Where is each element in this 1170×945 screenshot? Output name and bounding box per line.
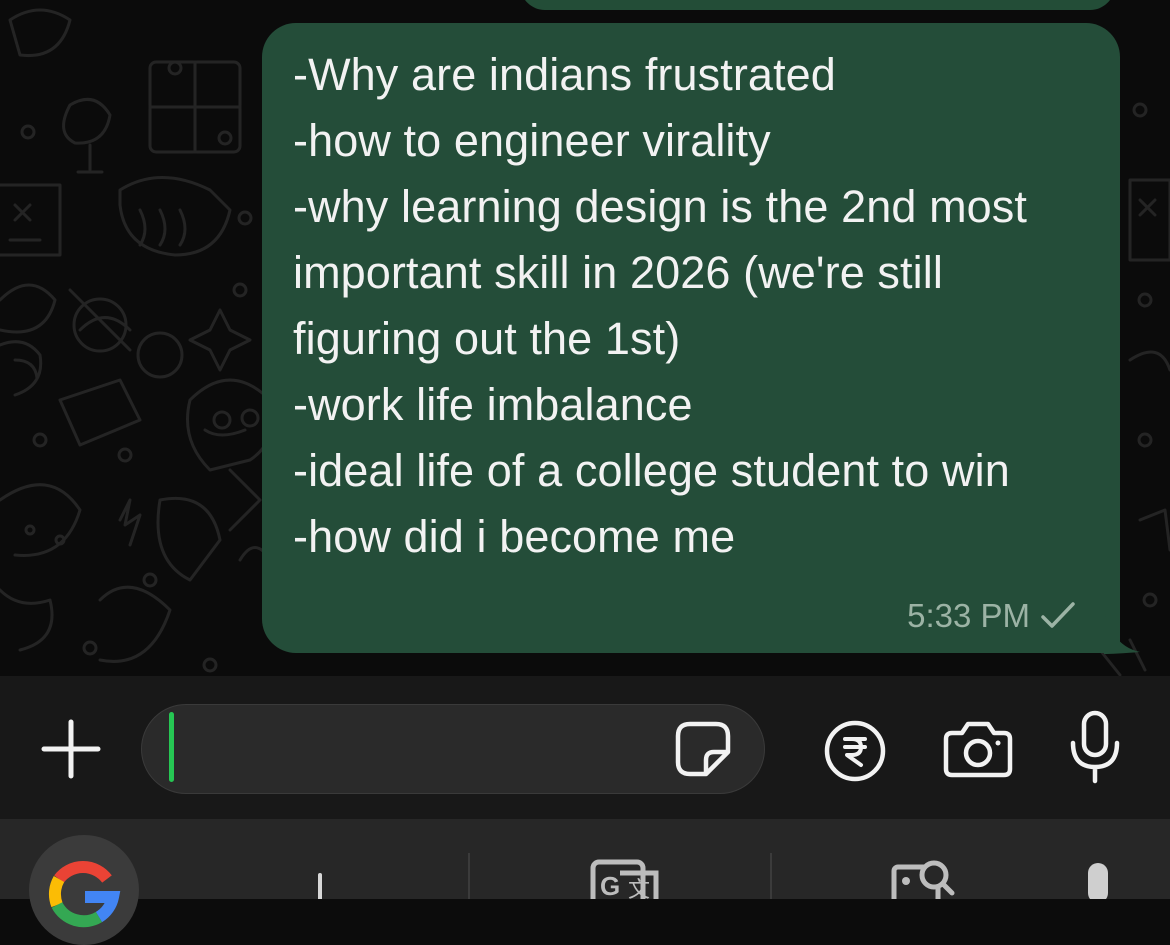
microphone-icon: [1070, 710, 1120, 784]
image-search-icon: [891, 860, 955, 899]
toolbar-divider: [770, 853, 772, 899]
svg-text:G: G: [600, 871, 620, 899]
gif-icon: [318, 873, 322, 899]
plus-icon: [41, 719, 101, 779]
sticker-button[interactable]: [670, 716, 736, 782]
rupee-icon: [824, 720, 886, 782]
message-meta: 5:33 PM: [907, 597, 1076, 635]
camera-icon: [943, 721, 1013, 778]
svg-text:文: 文: [628, 877, 650, 899]
text-cursor: [169, 712, 174, 782]
google-icon: [49, 861, 121, 928]
chat-area: -Why are indians frustrated -how to engi…: [0, 0, 1170, 676]
payment-button[interactable]: [820, 716, 890, 786]
keyboard-voice-button[interactable]: [1078, 861, 1118, 899]
sticker-icon: [675, 721, 731, 777]
attach-button[interactable]: [36, 714, 106, 784]
outgoing-message-bubble[interactable]: -Why are indians frustrated -how to engi…: [262, 23, 1120, 653]
message-time: 5:33 PM: [907, 597, 1030, 634]
microphone-icon: [1088, 863, 1108, 899]
message-text: -Why are indians frustrated -how to engi…: [293, 49, 1027, 562]
google-button[interactable]: [29, 835, 139, 945]
image-search-button[interactable]: [890, 859, 960, 899]
translate-icon: G 文: [590, 859, 659, 899]
toolbar-divider: [468, 853, 470, 899]
keyboard-toolbar: G 文: [0, 819, 1170, 945]
bubble-tail: [1104, 610, 1140, 654]
message-composer: [0, 676, 1170, 819]
gif-button[interactable]: [300, 871, 340, 899]
single-check-icon: [1041, 602, 1075, 628]
previous-message-bubble: [520, 0, 1115, 10]
translate-button[interactable]: G 文: [590, 859, 662, 899]
camera-button[interactable]: [940, 716, 1016, 782]
voice-message-button[interactable]: [1065, 708, 1125, 788]
